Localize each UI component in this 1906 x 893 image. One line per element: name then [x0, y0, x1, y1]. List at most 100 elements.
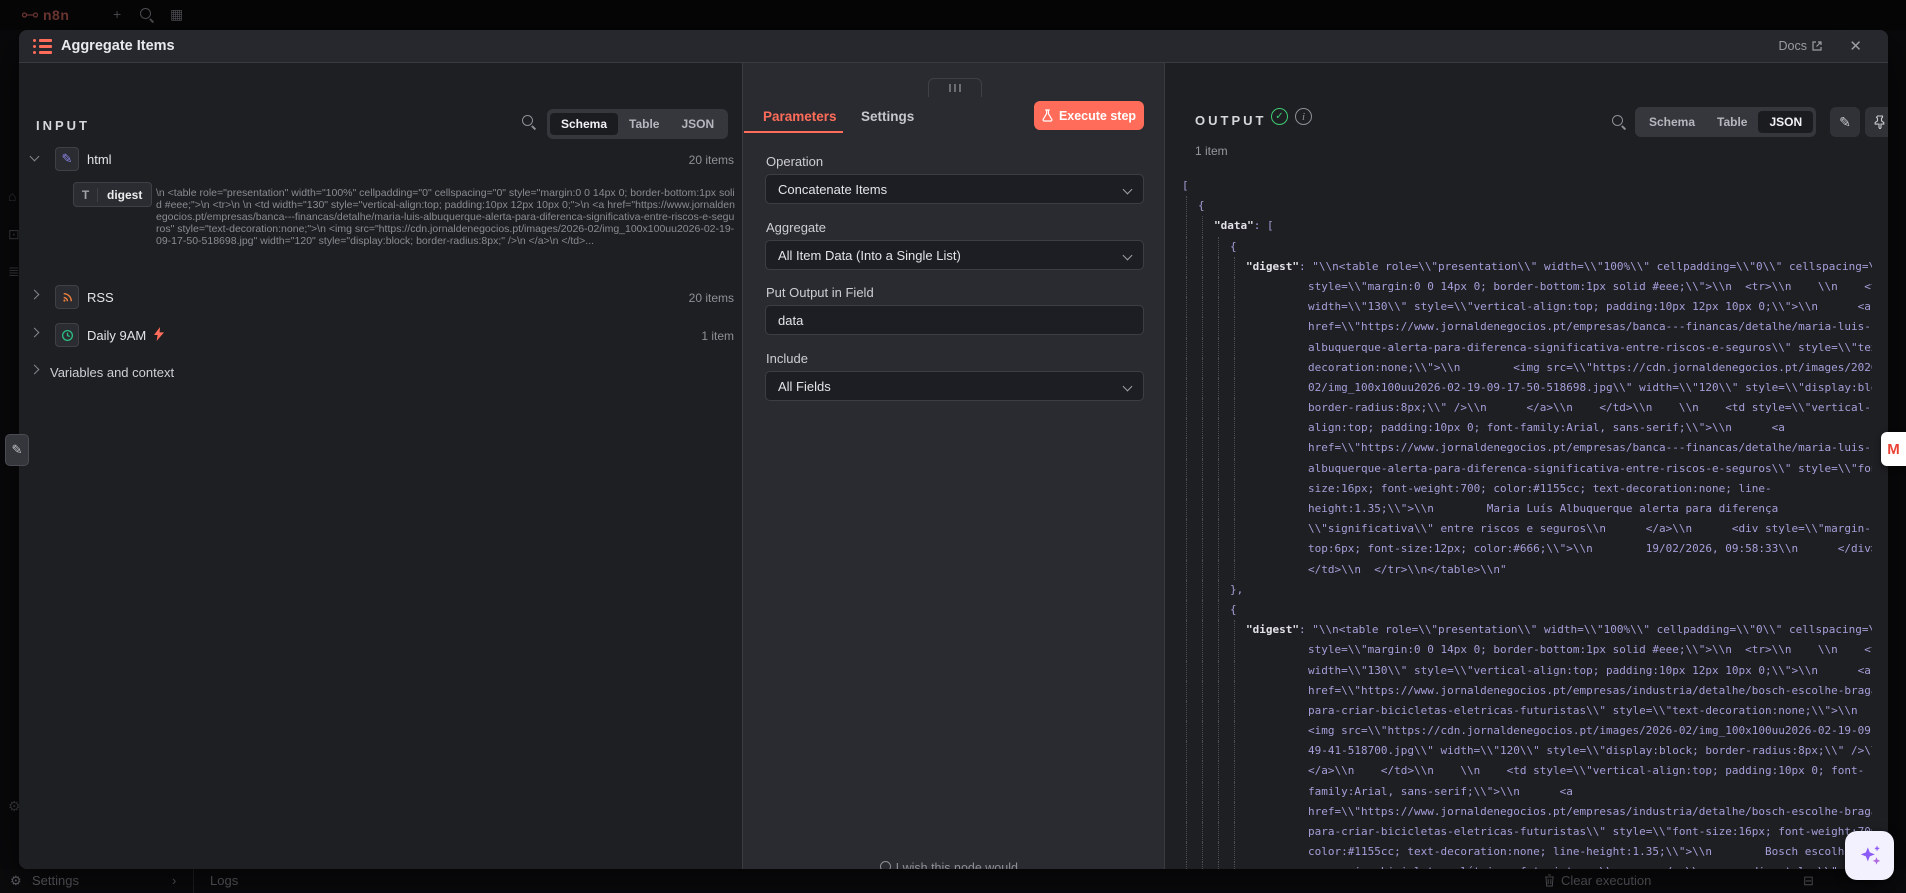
- aggregate-select[interactable]: All Item Data (Into a Single List): [765, 240, 1144, 270]
- json-line: color:#1155cc; text-decoration:none; lin…: [1182, 842, 1872, 863]
- execute-step-button[interactable]: Execute step: [1034, 101, 1144, 130]
- panel-drag-handle[interactable]: [928, 78, 982, 97]
- text-type-icon: T: [74, 187, 98, 202]
- templates-icon[interactable]: ≣: [8, 263, 20, 280]
- rss-expand-chevron[interactable]: [29, 289, 40, 300]
- docs-link[interactable]: Docs: [1779, 39, 1822, 53]
- app-topbar: n8n + ▦: [0, 0, 1906, 30]
- flask-icon: [1042, 109, 1053, 122]
- settings-expand-chevron[interactable]: ›: [172, 873, 176, 888]
- gmail-m-icon: M: [1887, 440, 1900, 458]
- json-line: height:1.35;\\">\\n Maria Luís Albuquerq…: [1182, 499, 1872, 520]
- n8n-logo: n8n: [22, 7, 69, 23]
- include-select[interactable]: All Fields: [765, 371, 1144, 401]
- add-workflow-icon[interactable]: +: [113, 6, 121, 22]
- json-line: width=\\"130\\" style=\\"vertical-align:…: [1182, 660, 1872, 681]
- operation-label: Operation: [766, 154, 824, 169]
- json-line: align:top; padding:10px 0; font-family:A…: [1182, 418, 1872, 439]
- pin-data-button[interactable]: [1865, 107, 1888, 137]
- json-line: href=\\"https://www.jornaldenegocios.pt/…: [1182, 317, 1872, 338]
- json-line: </a>\\n </td>\\n \\n <td style=\\"vertic…: [1182, 761, 1872, 782]
- json-line: "digest": "\\n<table role=\\"presentatio…: [1182, 256, 1872, 277]
- output-search-icon[interactable]: [1612, 115, 1627, 130]
- input-tab-schema[interactable]: Schema: [550, 113, 619, 135]
- input-node-rss[interactable]: RSS: [87, 290, 114, 305]
- home-icon[interactable]: ⌂: [8, 188, 16, 204]
- output-title: OUTPUT: [1195, 113, 1267, 128]
- output-field-input[interactable]: data: [765, 305, 1144, 335]
- output-tab-json[interactable]: JSON: [1758, 111, 1814, 133]
- input-tab-json[interactable]: JSON: [670, 113, 725, 135]
- active-tab-underline: [744, 131, 843, 133]
- info-icon[interactable]: i: [1295, 108, 1312, 125]
- json-line: decoration:none;\\">\\n <img src=\\"http…: [1182, 357, 1872, 378]
- logs-tab[interactable]: Logs: [210, 873, 238, 888]
- include-label: Include: [766, 351, 808, 366]
- digest-field-chip[interactable]: T digest: [73, 182, 153, 207]
- edit-output-button[interactable]: ✎: [1830, 107, 1860, 137]
- json-line: <img src=\\"https://cdn.jornaldenegocios…: [1182, 721, 1872, 742]
- rss-node-icon: [55, 285, 79, 309]
- node-details-modal: Aggregate Items Docs ✕ INPUT Schema Tabl…: [19, 30, 1888, 869]
- success-check-icon: ✓: [1271, 108, 1288, 125]
- close-icon[interactable]: ✕: [1849, 37, 1862, 55]
- bottom-settings-label[interactable]: Settings: [32, 873, 79, 888]
- html-collapse-chevron[interactable]: [29, 151, 40, 162]
- clear-execution-button[interactable]: Clear execution: [1544, 873, 1651, 888]
- json-line: albuquerque-alerta-para-diferenca-signif…: [1182, 337, 1872, 358]
- json-line: family:Arial, sans-serif;\\">\\n <a: [1182, 781, 1872, 802]
- output-view-tabs: Schema Table JSON: [1635, 107, 1817, 137]
- digest-field-preview: \n <table role="presentation" width="100…: [156, 187, 735, 247]
- json-line: style=\\"margin:0 0 14px 0; border-botto…: [1182, 640, 1872, 661]
- json-line: </td>\\n </tr>\\n</table>\\n": [1182, 559, 1872, 580]
- digest-field-name: digest: [107, 187, 143, 202]
- json-viewer[interactable]: [{"data": [{"digest": "\\n<table role=\\…: [1182, 176, 1872, 869]
- json-line: href=\\"https://www.jornaldenegocios.pt/…: [1182, 680, 1872, 701]
- ai-assistant-button[interactable]: [1845, 831, 1894, 880]
- json-line: para-criar-bicicletas-eletricas-futurist…: [1182, 700, 1872, 722]
- output-tab-schema[interactable]: Schema: [1638, 111, 1706, 133]
- grid-view-icon[interactable]: ▦: [170, 6, 183, 23]
- lightbulb-icon: [879, 861, 891, 869]
- json-line: {: [1182, 236, 1872, 257]
- schedule-trigger-clock-icon: [55, 323, 79, 347]
- variables-expand-chevron[interactable]: [29, 364, 40, 375]
- gear-icon: ⚙: [10, 873, 22, 888]
- input-tab-table[interactable]: Table: [618, 113, 670, 135]
- json-line: size:16px; font-weight:700; color:#1155c…: [1182, 478, 1872, 499]
- external-link-icon: [1812, 41, 1822, 51]
- n8n-logo-text: n8n: [43, 7, 70, 23]
- chevron-down-icon: [1122, 250, 1133, 261]
- variables-context-item[interactable]: Variables and context: [50, 365, 174, 380]
- json-line: 49-41-518700.jpg\\" width=\\"120\\" styl…: [1182, 741, 1872, 762]
- daily-expand-chevron[interactable]: [29, 327, 40, 338]
- json-line: "data": [: [1182, 216, 1872, 237]
- node-wish-link[interactable]: I wish this node would...: [743, 861, 1164, 869]
- json-line: \\"significativa\\" entre riscos e segur…: [1182, 519, 1872, 540]
- logs-panel-icon[interactable]: ⊟: [1803, 873, 1814, 889]
- json-line: albuquerque-alerta-para-diferenca-signif…: [1182, 458, 1872, 479]
- topbar-search-icon[interactable]: [140, 8, 155, 26]
- operation-select[interactable]: Concatenate Items: [765, 174, 1144, 204]
- input-view-tabs: Schema Table JSON: [547, 109, 729, 139]
- input-title: INPUT: [36, 118, 90, 133]
- output-tab-table[interactable]: Table: [1706, 111, 1758, 133]
- tab-parameters[interactable]: Parameters: [763, 109, 837, 124]
- n8n-logo-icon: [22, 12, 38, 18]
- edit-input-floating-button[interactable]: ✎: [5, 434, 29, 466]
- bottom-divider: [193, 869, 194, 893]
- output-items-count: 1 item: [1195, 144, 1228, 158]
- gmail-side-tab[interactable]: M: [1881, 432, 1906, 466]
- json-line: },: [1182, 579, 1872, 600]
- pin-icon: [1874, 115, 1885, 129]
- trash-icon: [1545, 874, 1554, 887]
- rss-items-count: 20 items: [688, 291, 734, 305]
- input-node-html[interactable]: html: [87, 152, 112, 167]
- input-node-daily-9am[interactable]: Daily 9AM: [87, 328, 146, 343]
- sparkles-icon: [1860, 845, 1880, 865]
- json-line: width=\\"130\\" style=\\"vertical-align:…: [1182, 297, 1872, 318]
- tab-settings[interactable]: Settings: [861, 109, 914, 124]
- input-search-icon[interactable]: [522, 115, 537, 130]
- trigger-bolt-icon: [154, 327, 164, 341]
- projects-icon[interactable]: ⊡: [8, 226, 20, 243]
